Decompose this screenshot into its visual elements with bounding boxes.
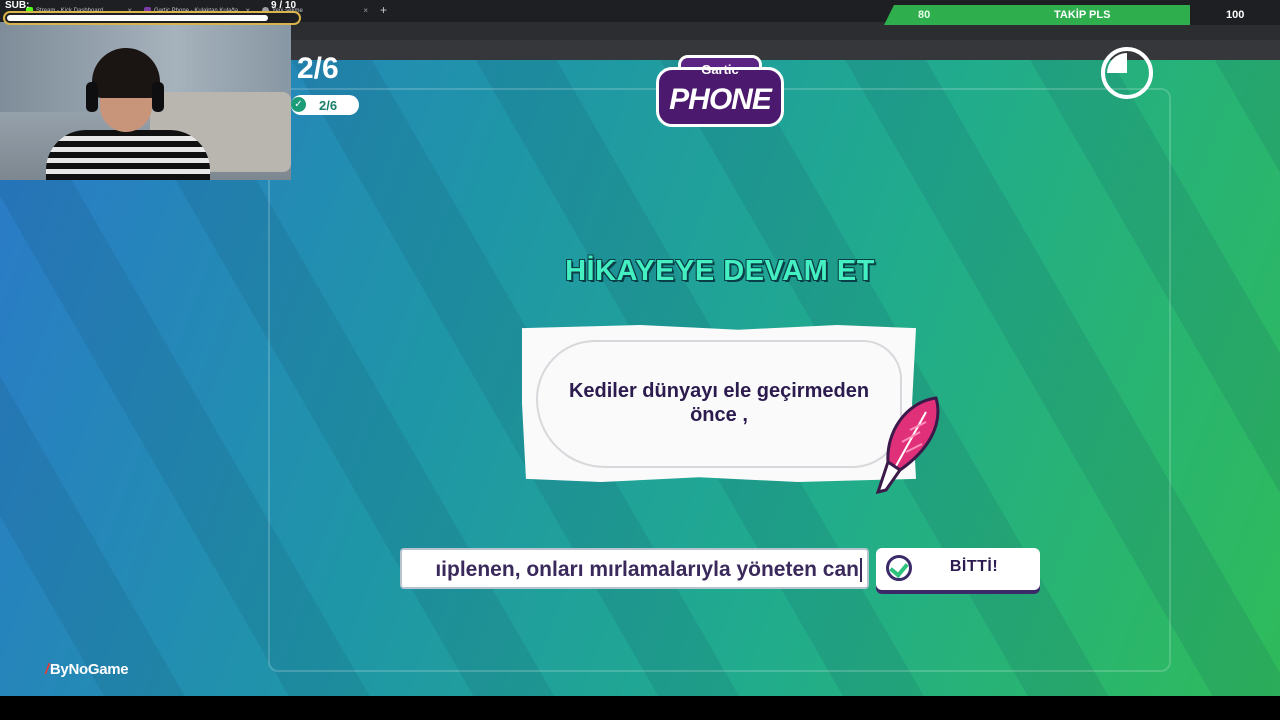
players-done-badge: ✓ 2/6 [291, 95, 359, 115]
webcam-person-shirt [46, 130, 210, 180]
follow-goal-fill [884, 5, 1200, 25]
timer-progress [1107, 53, 1147, 93]
webcam-feed [0, 22, 291, 180]
story-input[interactable]: ıiplenen, onları mırlamalarıyla yöneten … [400, 548, 869, 589]
gartic-phone-logo: Gartic PHONE [656, 55, 784, 129]
sub-goal-fill [7, 15, 268, 21]
prompt-card: Kediler dünyayı ele geçirmeden önce , [522, 325, 916, 482]
sub-goal-bar [3, 11, 301, 25]
follow-goal-label: TAKİP PLS [1054, 9, 1111, 21]
follow-goal-target: 100 [1226, 9, 1245, 21]
sub-label: SUB: [5, 0, 30, 11]
sponsor-slash-icon: / [45, 661, 49, 678]
done-button-label: BİTTİ! [949, 558, 999, 575]
prompt-text: Kediler dünyayı ele geçirmeden önce , [568, 380, 870, 426]
quill-pen-icon [875, 396, 940, 495]
players-done-count: 2/6 [319, 98, 338, 113]
done-button[interactable]: BİTTİ! [876, 548, 1040, 590]
follow-goal-current: 80 [918, 9, 931, 21]
headphones-icon [152, 82, 164, 112]
sponsor-logo: /ByNoGame [45, 661, 129, 678]
headphones-icon [86, 82, 98, 112]
sponsor-name: ByNoGame [49, 661, 129, 678]
close-icon[interactable]: × [363, 6, 368, 15]
page-title: HİKAYEYE DEVAM ET [565, 255, 875, 287]
round-counter: 2/6 [297, 52, 339, 85]
screen: Stream - Kick Dashboard × Gartic Phone -… [0, 0, 1280, 720]
follow-goal-bar: 80 TAKİP PLS 100 [884, 5, 1280, 25]
check-circle-icon [886, 555, 912, 581]
bottom-letterbox [0, 696, 1280, 720]
new-tab-button[interactable]: + [380, 3, 387, 17]
check-icon: ✓ [291, 97, 306, 112]
text-caret [860, 558, 862, 582]
sub-goal-count: 9 / 10 [271, 0, 297, 11]
logo-text-bottom: PHONE [669, 83, 772, 116]
timer-icon [1101, 47, 1153, 99]
story-input-value: ıiplenen, onları mırlamalarıyla yöneten … [435, 558, 859, 581]
logo-text-top: Gartic [701, 62, 739, 77]
